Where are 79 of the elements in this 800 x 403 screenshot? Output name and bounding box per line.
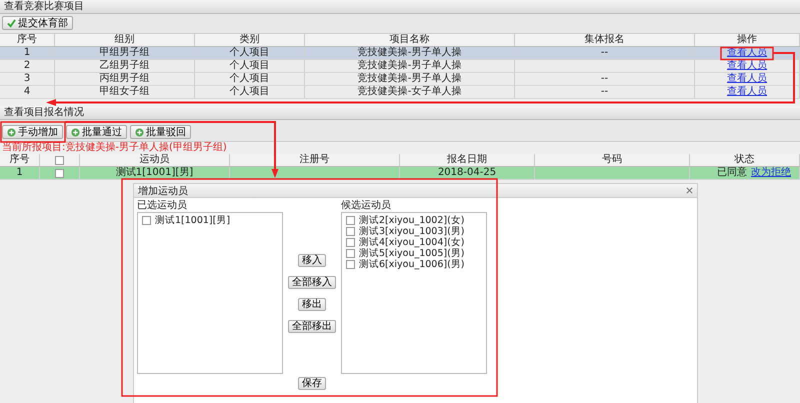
column-header: 注册号 — [230, 154, 400, 166]
transfer-button[interactable]: 移出 — [298, 298, 326, 311]
checkmark-icon — [7, 18, 16, 28]
column-header: 状态 — [690, 154, 800, 166]
column-header: 项目名称 — [305, 34, 515, 46]
transfer-button[interactable]: 移入 — [298, 254, 326, 267]
plus-icon — [135, 128, 144, 136]
column-header: 运动员 — [80, 154, 230, 166]
table-cell: -- — [515, 47, 695, 59]
item-checkbox[interactable] — [346, 260, 355, 269]
row-checkbox[interactable] — [55, 168, 64, 178]
table-cell: 甲组女子组 — [55, 86, 195, 98]
table-cell: 个人项目 — [195, 86, 305, 98]
column-header: 报名日期 — [400, 154, 535, 166]
table-cell: 1 — [0, 47, 55, 59]
list-label: 候选运动员 — [341, 200, 392, 212]
table-cell: 2 — [0, 60, 55, 72]
table-cell: 乙组男子组 — [55, 60, 195, 72]
view-members-link[interactable]: 查看人员 — [727, 73, 767, 85]
transfer-button[interactable]: 全部移入 — [288, 276, 336, 289]
highlight-frame — [720, 46, 774, 60]
column-header: 类别 — [195, 34, 305, 46]
athlete-item[interactable]: 测试5[xiyou_1005](男) — [359, 247, 465, 260]
athlete-item[interactable]: 测试2[xiyou_1002](女) — [359, 214, 465, 227]
column-header: 序号 — [0, 154, 40, 166]
plus-icon — [7, 128, 16, 136]
item-checkbox[interactable] — [346, 216, 355, 225]
item-checkbox[interactable] — [346, 227, 355, 236]
column-header: 集体报名 — [515, 34, 695, 46]
item-checkbox[interactable] — [142, 216, 151, 225]
toolbar-button[interactable]: 手动增加 — [2, 125, 63, 139]
list-label: 已选运动员 — [137, 200, 188, 212]
table-row[interactable]: 4 甲组女子组 个人项目 竞技健美操-女子单人操 -- 查看人员 — [0, 86, 800, 99]
table-cell: 1 — [0, 167, 40, 179]
athlete-item[interactable]: 测试6[xiyou_1006](男) — [359, 258, 465, 271]
table-cell: 丙组男子组 — [55, 73, 195, 85]
save-button[interactable]: 保存 — [298, 377, 326, 390]
transfer-button[interactable]: 全部移出 — [288, 320, 336, 333]
plus-icon — [71, 128, 80, 136]
table-row[interactable]: 2 乙组男子组 个人项目 竞技健美操-男子单人操 查看人员 — [0, 60, 800, 73]
table-cell: 个人项目 — [195, 73, 305, 85]
table-cell: 竞技健美操-女子单人操 — [305, 86, 515, 98]
table-cell: 甲组男子组 — [55, 47, 195, 59]
toolbar-button[interactable]: 批量通过 — [66, 125, 127, 139]
table-cell: 4 — [0, 86, 55, 98]
panel-title: 查看项目报名情况 — [0, 106, 800, 120]
column-header: 操作 — [695, 34, 800, 46]
table-cell: 2018-04-25 — [400, 167, 535, 179]
status-text: 已同意 — [717, 167, 747, 179]
athlete-item[interactable]: 测试4[xiyou_1004](女) — [359, 236, 465, 249]
athlete-item[interactable]: 测试1[1001][男] — [155, 214, 230, 227]
table-cell: 个人项目 — [195, 47, 305, 59]
item-checkbox[interactable] — [346, 249, 355, 258]
table-cell: 测试1[1001][男] — [80, 167, 230, 179]
column-header: 号码 — [535, 154, 690, 166]
athlete-item[interactable]: 测试3[xiyou_1003](男) — [359, 225, 465, 238]
table-cell: -- — [515, 73, 695, 85]
view-members-link[interactable]: 查看人员 — [727, 60, 767, 72]
view-members-link[interactable]: 查看人员 — [727, 86, 767, 98]
table-cell: 竞技健美操-男子单人操 — [305, 60, 515, 72]
item-checkbox[interactable] — [346, 238, 355, 247]
table-cell: 竞技健美操-男子单人操 — [305, 47, 515, 59]
toolbar-button[interactable]: 提交体育部 — [2, 16, 73, 30]
select-all-checkbox[interactable] — [55, 156, 64, 164]
highlight-frame — [0, 121, 66, 143]
close-icon[interactable] — [686, 187, 693, 194]
table-row[interactable]: 3 丙组男子组 个人项目 竞技健美操-男子单人操 -- 查看人员 — [0, 73, 800, 86]
table-cell: -- — [515, 86, 695, 98]
current-project-text: 当前所报项目:竞技健美操-男子单人操(甲组男子组) — [1, 142, 228, 154]
table-cell: 个人项目 — [195, 60, 305, 72]
reject-link[interactable]: 改为拒绝 — [751, 167, 791, 179]
table-cell: 3 — [0, 73, 55, 85]
column-header: 组别 — [55, 34, 195, 46]
table-cell: 竞技健美操-男子单人操 — [305, 73, 515, 85]
table-row[interactable]: 1 测试1[1001][男] 2018-04-25 已同意 改为拒绝 — [0, 167, 800, 180]
panel-title: 查看竞赛比赛项目 — [0, 0, 800, 14]
dialog-title: 增加运动员 — [138, 184, 188, 198]
column-header: 序号 — [0, 34, 55, 46]
toolbar-button[interactable]: 批量驳回 — [130, 125, 191, 139]
